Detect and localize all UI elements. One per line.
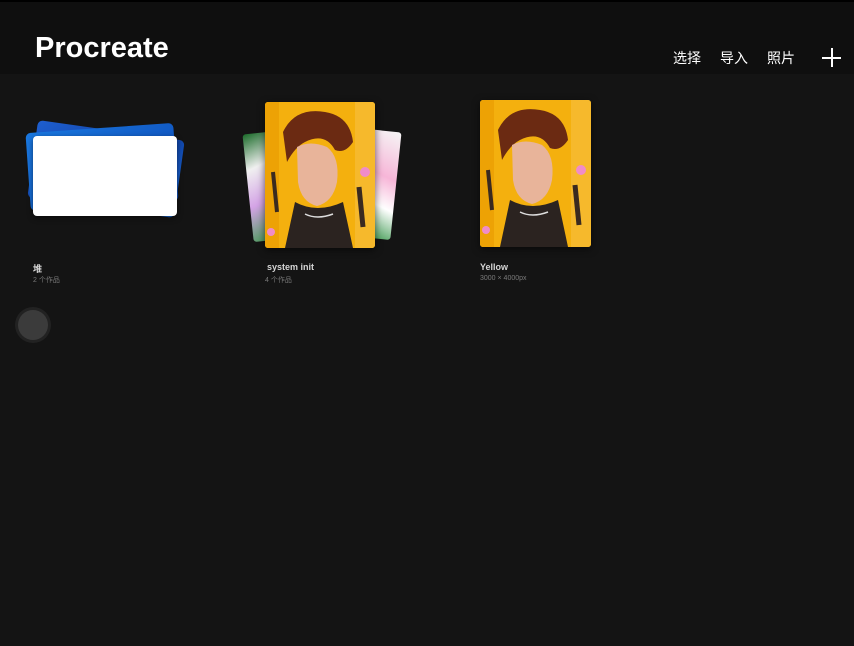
plus-icon[interactable] bbox=[822, 48, 841, 67]
item-subtitle: 3000 × 4000px bbox=[480, 275, 527, 282]
item-title: system init bbox=[267, 262, 315, 272]
portrait-artwork bbox=[480, 100, 591, 247]
artwork-thumbnail bbox=[265, 102, 375, 248]
gallery-header: Procreate 选择 导入 照片 bbox=[0, 2, 854, 74]
floating-circle-button[interactable] bbox=[18, 310, 48, 340]
item-title: Yellow bbox=[480, 262, 509, 272]
artwork-thumbnail bbox=[480, 100, 591, 247]
artwork-card[interactable] bbox=[480, 100, 591, 247]
item-subtitle: 2 个作品 bbox=[33, 277, 60, 284]
stack-card[interactable] bbox=[240, 100, 405, 255]
select-button[interactable]: 选择 bbox=[673, 48, 701, 68]
item-subtitle: 4 个作品 bbox=[265, 277, 292, 284]
stack-front-card bbox=[33, 136, 177, 216]
item-title: 堆 bbox=[33, 264, 43, 274]
import-button[interactable]: 导入 bbox=[720, 48, 748, 68]
photo-button[interactable]: 照片 bbox=[767, 48, 795, 68]
app-title: Procreate bbox=[35, 32, 169, 64]
portrait-artwork bbox=[265, 102, 375, 248]
